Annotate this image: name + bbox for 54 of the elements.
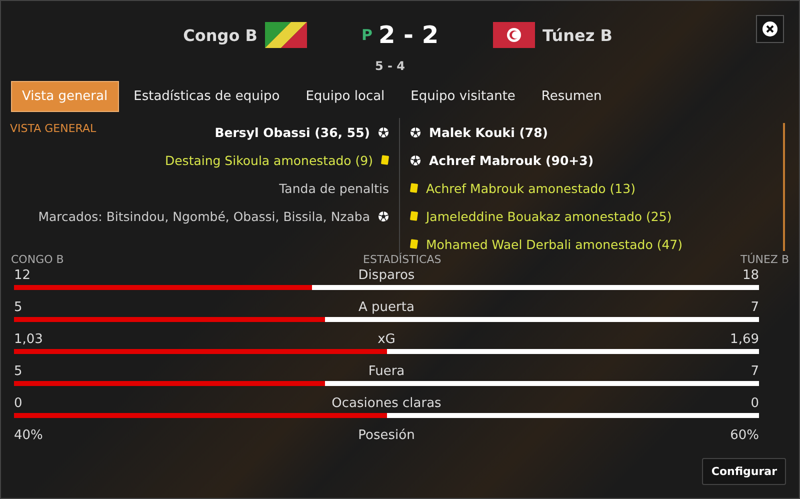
home-stat-value: 5 — [14, 300, 22, 314]
booking-card-icon — [381, 155, 389, 165]
close-button[interactable] — [756, 15, 784, 43]
event-text: Mohamed Wael Derbali amonestado (47) — [426, 236, 683, 252]
tab[interactable]: Resumen — [530, 81, 613, 112]
flag-icon — [265, 22, 308, 48]
away-stat-value: 7 — [750, 364, 759, 378]
event-text: Malek Kouki (78) — [429, 124, 548, 140]
away-team-label: TÚNEZ B — [740, 253, 789, 266]
configure-button[interactable]: Configurar — [702, 458, 786, 485]
away-team-name: Túnez B — [542, 26, 612, 44]
tab[interactable]: Estadísticas de equipo — [122, 81, 291, 112]
event-text: Achref Mabrouk (90+3) — [429, 152, 594, 168]
stat-label: Ocasiones claras — [332, 396, 442, 410]
home-stat-value: 5 — [14, 364, 22, 378]
stat-label: A puerta — [358, 300, 414, 314]
stat-label: Fuera — [368, 364, 405, 378]
away-stat-value: 60% — [730, 428, 759, 442]
home-stat-value: 40% — [14, 428, 43, 442]
scrollbar[interactable] — [783, 123, 785, 251]
event-text: Tanda de penaltis — [279, 180, 389, 196]
section-title: VISTA GENERAL — [10, 122, 96, 135]
away-stat-value: 1,69 — [730, 332, 759, 346]
home-team-label: CONGO B — [11, 253, 64, 266]
football-icon — [410, 126, 421, 138]
football-icon — [378, 126, 389, 138]
home-stat-value: 12 — [14, 268, 31, 282]
event-text: Achref Mabrouk amonestado (13) — [426, 180, 636, 196]
close-icon — [762, 21, 778, 37]
penalty-score: 5 - 4 — [374, 59, 406, 73]
stat-label: xG — [378, 332, 396, 346]
home-team-name: Congo B — [183, 26, 258, 44]
away-stat-value: 7 — [750, 300, 759, 314]
stat-label: Posesión — [358, 428, 415, 442]
booking-card-icon — [410, 183, 418, 193]
booking-card-icon — [410, 211, 418, 221]
event-text: Destaing Sikoula amonestado (9) — [164, 152, 373, 168]
stats-title: ESTADÍSTICAS — [363, 253, 442, 266]
tab[interactable]: Equipo visitante — [400, 81, 526, 112]
flag-icon — [492, 22, 535, 48]
football-icon — [410, 154, 421, 166]
event-text: Bersyl Obassi (36, 55) — [214, 124, 370, 140]
event-text: Marcados: Bitsindou, Ngombé, Obassi, Bissila, Nzaba — [38, 208, 370, 224]
away-stat-value: 18 — [742, 268, 759, 282]
stat-label: Disparos — [358, 268, 415, 282]
home-stat-value: 1,03 — [14, 332, 43, 346]
event-text: Jameleddine Bouakaz amonestado (25) — [426, 208, 672, 224]
football-icon — [378, 210, 389, 222]
penalties-mark: P — [361, 26, 372, 44]
home-stat-value: 0 — [14, 396, 22, 410]
booking-card-icon — [410, 239, 418, 249]
match-score: 2 - 2 — [378, 21, 439, 49]
tab[interactable]: Equipo local — [294, 81, 396, 112]
away-stat-value: 0 — [750, 396, 759, 410]
